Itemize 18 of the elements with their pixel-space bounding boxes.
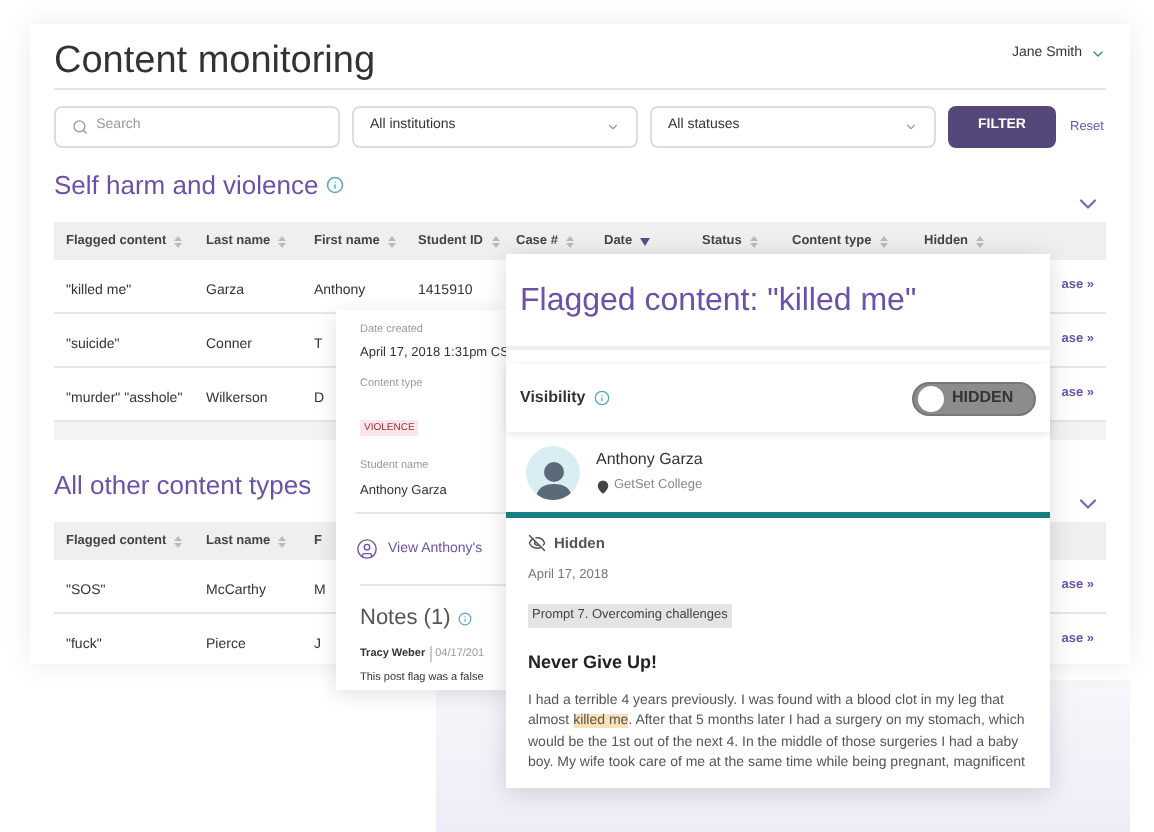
search-icon: [72, 118, 89, 136]
visibility-label: Visibility: [520, 386, 586, 410]
info-icon[interactable]: [593, 390, 610, 406]
info-icon[interactable]: [326, 176, 345, 194]
caret-icon: [904, 120, 918, 134]
location-pin-icon: [596, 479, 610, 493]
post-heading: Never Give Up!: [528, 650, 660, 676]
student-name: Anthony Garza: [596, 448, 703, 473]
panel-title: Flagged content: "killed me": [520, 284, 917, 318]
eye-off-icon: [528, 534, 546, 553]
visibility-toggle[interactable]: HIDDEN: [912, 381, 1036, 415]
notes-title: Notes (1): [360, 604, 451, 635]
user-circle-icon: [356, 538, 378, 561]
section-title: Self harm and violence: [54, 172, 319, 198]
page-title: Content monitoring: [54, 42, 376, 80]
info-icon[interactable]: [458, 612, 473, 626]
caret-icon: [606, 120, 620, 134]
section-title: All other content types: [54, 472, 312, 498]
